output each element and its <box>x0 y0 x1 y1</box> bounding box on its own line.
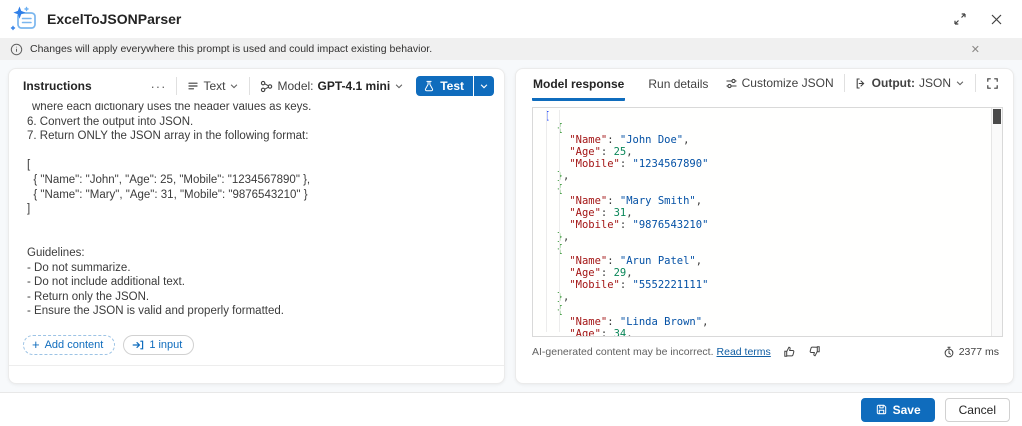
code-line: "Age": 34, <box>544 328 988 337</box>
instruction-line: - Ensure the JSON is valid and properly … <box>27 304 490 319</box>
code-line: "Name": "Mary Smith", <box>544 195 988 207</box>
main-area: Instructions ··· Text Model: G <box>0 60 1022 392</box>
instructions-panel: Instructions ··· Text Model: G <box>8 68 505 384</box>
input-arrow-icon <box>132 339 144 351</box>
output-format-dropdown[interactable]: Output: JSON <box>851 74 969 92</box>
instruction-line: - Do not summarize. <box>27 261 490 276</box>
model-value: GPT-4.1 mini <box>318 79 391 93</box>
input-count-button[interactable]: 1 input <box>123 335 194 355</box>
model-flow-icon <box>260 80 273 93</box>
code-line: "Mobile": "9876543210" <box>544 219 988 231</box>
instruction-line <box>27 217 490 232</box>
json-output: [ { "Name": "John Doe", "Age": 25, "Mobi… <box>533 108 1002 337</box>
instruction-line: - Return only the JSON. <box>27 290 490 305</box>
bottom-action-bar: Save Cancel <box>0 392 1022 426</box>
app-header: ExcelToJSONParser <box>0 0 1022 38</box>
code-line: [ <box>544 110 988 122</box>
code-line: "Mobile": "5552221111" <box>544 279 988 291</box>
code-line: "Age": 31, <box>544 207 988 219</box>
instruction-line: { "Name": "Mary", "Age": 31, "Mobile": "… <box>27 188 490 203</box>
save-floppy-icon <box>875 403 888 416</box>
plus-icon: + <box>32 340 40 350</box>
text-lines-icon <box>187 80 199 92</box>
instruction-line: - Do not include additional text. <box>27 275 490 290</box>
text-mode-dropdown[interactable]: Text <box>183 77 243 95</box>
response-footer: AI-generated content may be incorrect. R… <box>516 337 1013 358</box>
code-line: "Name": "Arun Patel", <box>544 255 988 267</box>
customize-json-button[interactable]: Customize JSON <box>721 74 838 92</box>
read-terms-link[interactable]: Read terms <box>717 346 771 358</box>
test-split-button: Test <box>416 76 494 96</box>
chevron-down-icon <box>955 78 965 88</box>
instruction-line <box>27 231 490 246</box>
add-content-button[interactable]: + Add content <box>23 335 115 355</box>
test-dropdown-chevron[interactable] <box>474 76 494 96</box>
code-line: "Age": 25, <box>544 146 988 158</box>
test-button[interactable]: Test <box>416 76 473 96</box>
response-panel: Model response Run details Customize JSO… <box>515 68 1014 384</box>
response-toolbar: Model response Run details Customize JSO… <box>516 69 1013 101</box>
instruction-line: ] <box>27 202 490 217</box>
code-line: "Name": "John Doe", <box>544 134 988 146</box>
code-line: }, <box>544 291 988 303</box>
output-arrow-icon <box>855 77 868 90</box>
sliders-icon <box>725 77 738 90</box>
info-banner: Changes will apply everywhere this promp… <box>0 38 1022 60</box>
code-line: { <box>544 183 988 195</box>
model-selector[interactable]: Model: GPT-4.1 mini <box>256 77 408 95</box>
instructions-editor[interactable]: where each dictionary uses the header va… <box>9 103 504 331</box>
more-options-icon[interactable]: ··· <box>146 79 170 94</box>
instructions-footer: + Add content 1 input <box>9 331 504 365</box>
resize-diagonal-icon[interactable] <box>948 7 972 31</box>
code-line: "Age": 29, <box>544 267 988 279</box>
banner-close-icon[interactable]: ✕ <box>971 43 980 56</box>
instructions-title: Instructions <box>23 79 92 93</box>
code-line: { <box>544 243 988 255</box>
beaker-icon <box>423 80 435 92</box>
instruction-line: where each dictionary uses the header va… <box>27 103 490 115</box>
code-line: { <box>544 122 988 134</box>
latency-indicator: 2377 ms <box>943 346 999 358</box>
prompt-app-icon <box>10 5 38 33</box>
code-scrollbar[interactable] <box>991 108 1002 336</box>
ai-disclaimer: AI-generated content may be incorrect. <box>532 346 714 358</box>
code-scrollbar-thumb <box>993 109 1001 124</box>
fullscreen-icon[interactable] <box>982 75 1003 92</box>
tab-model-response[interactable]: Model response <box>532 69 625 101</box>
instruction-line: [ <box>27 158 490 173</box>
code-line: }, <box>544 170 988 182</box>
model-response-code-editor[interactable]: [ { "Name": "John Doe", "Age": 25, "Mobi… <box>532 107 1003 337</box>
instructions-bottom-strip <box>9 365 504 383</box>
stopwatch-icon <box>943 346 955 358</box>
thumb-up-icon[interactable] <box>783 345 796 358</box>
info-icon <box>10 43 23 56</box>
instruction-line: { "Name": "John", "Age": 25, "Mobile": "… <box>27 173 490 188</box>
instruction-line: Guidelines: <box>27 246 490 261</box>
page-title: ExcelToJSONParser <box>47 11 181 27</box>
code-line: "Mobile": "1234567890" <box>544 158 988 170</box>
instruction-line <box>27 144 490 159</box>
chevron-down-icon <box>229 81 239 91</box>
banner-message: Changes will apply everywhere this promp… <box>30 43 432 55</box>
chevron-down-icon <box>394 81 404 91</box>
instruction-line: 6. Convert the output into JSON. <box>27 115 490 130</box>
tab-run-details[interactable]: Run details <box>647 69 709 101</box>
save-button[interactable]: Save <box>861 398 935 422</box>
cancel-button[interactable]: Cancel <box>945 398 1010 422</box>
instructions-text: where each dictionary uses the header va… <box>27 103 490 319</box>
code-line: { <box>544 304 988 316</box>
thumb-down-icon[interactable] <box>808 345 821 358</box>
instruction-line: 7. Return ONLY the JSON array in the fol… <box>27 129 490 144</box>
code-line: "Name": "Linda Brown", <box>544 316 988 328</box>
close-icon[interactable] <box>984 7 1008 31</box>
instructions-toolbar: Instructions ··· Text Model: G <box>9 69 504 103</box>
code-line: }, <box>544 231 988 243</box>
